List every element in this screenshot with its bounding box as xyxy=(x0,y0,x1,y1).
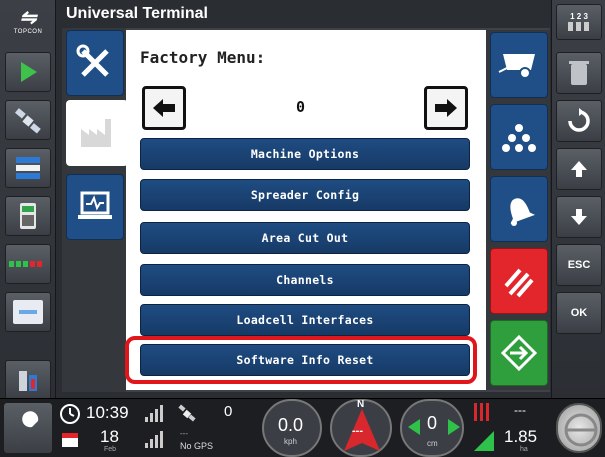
satellite-icon xyxy=(15,108,41,134)
menu-item-machine-options[interactable]: Machine Options xyxy=(140,138,470,170)
speed-unit: kph xyxy=(284,437,297,446)
offset-gauge: 0 cm xyxy=(400,399,464,457)
disable-button[interactable] xyxy=(490,248,548,314)
down-button[interactable] xyxy=(556,196,602,238)
wrench-icon xyxy=(16,411,39,443)
bars-icon xyxy=(474,403,489,421)
refresh-icon xyxy=(568,108,590,132)
offset-value: 0 xyxy=(427,413,438,433)
area-value: 1.85 xyxy=(504,427,538,446)
heading-north: N xyxy=(357,399,365,410)
device-button[interactable] xyxy=(5,196,51,236)
keypad-label: 1 2 3 xyxy=(570,11,588,21)
dots-icon xyxy=(502,124,536,152)
menu-title: Factory Menu: xyxy=(140,48,266,67)
screen-button[interactable] xyxy=(5,292,51,332)
heading-value: --- xyxy=(352,425,363,437)
arrow-down-icon xyxy=(571,209,587,225)
steering-wheel-icon xyxy=(564,413,598,447)
factory-icon xyxy=(81,119,111,147)
layout-icon xyxy=(16,157,40,179)
ok-button[interactable]: OK xyxy=(556,292,602,334)
refresh-button[interactable] xyxy=(556,100,602,142)
laptop-icon xyxy=(78,191,112,219)
satellite-button[interactable] xyxy=(5,100,51,140)
escape-button[interactable]: ESC xyxy=(556,244,602,286)
signal-icon xyxy=(145,405,163,422)
function-buttons xyxy=(486,30,550,390)
menu-tabs xyxy=(62,28,128,392)
tab-factory[interactable] xyxy=(66,100,128,166)
bell-icon xyxy=(510,198,535,226)
speed-value: 0.0 xyxy=(278,415,304,435)
topcon-logo: ⇋ TOPCON xyxy=(13,7,43,35)
area-unit: ha xyxy=(520,446,528,453)
screen-icon xyxy=(13,300,43,324)
distribution-button[interactable] xyxy=(490,104,548,170)
alarm-button[interactable] xyxy=(490,176,548,242)
enter-icon xyxy=(500,334,538,372)
tab-diagnostics[interactable] xyxy=(66,174,124,240)
calculator-icon xyxy=(20,203,36,229)
title-bar: Universal Terminal xyxy=(56,0,551,28)
status-bar: 10:39 18 Feb 0 --- No GPS 0.0 kph N --- … xyxy=(0,398,605,457)
steering-button[interactable] xyxy=(556,403,602,453)
right-toolbar: 1 2 3 ESC OK xyxy=(551,0,605,400)
keypad-icon xyxy=(568,21,589,31)
implement-button[interactable] xyxy=(490,32,548,98)
left-toolbar: ⇋ TOPCON xyxy=(0,0,56,400)
speed-gauge: 0.0 kph xyxy=(262,399,322,457)
gps-satellite-icon xyxy=(178,404,196,422)
area-top-value: --- xyxy=(514,403,526,417)
sections-button[interactable] xyxy=(5,244,51,284)
window-title: Universal Terminal xyxy=(66,5,208,22)
tab-tools[interactable] xyxy=(66,30,124,96)
clock-time: 10:39 xyxy=(86,403,129,422)
clock-icon xyxy=(60,404,80,424)
tank-icon xyxy=(19,371,37,391)
delete-button[interactable] xyxy=(556,52,602,94)
gps-status: No GPS xyxy=(180,441,214,451)
previous-page-button[interactable] xyxy=(142,86,186,130)
arrow-right-icon xyxy=(435,99,457,117)
terminal-frame: ⇋ TOPCON Universal Terminal Factory Menu… xyxy=(0,0,605,457)
area-flag-icon xyxy=(474,431,494,451)
fuel-button[interactable] xyxy=(5,360,51,400)
keypad-button[interactable]: 1 2 3 xyxy=(556,4,602,40)
date-day: 18 xyxy=(100,427,119,446)
play-button[interactable] xyxy=(5,52,51,92)
highlight-outline xyxy=(125,336,477,384)
menu-item-spreader-config[interactable]: Spreader Config xyxy=(140,179,470,211)
arrow-left-icon xyxy=(153,99,175,117)
trash-icon xyxy=(569,61,589,85)
date-month: Feb xyxy=(104,446,117,453)
settings-button[interactable] xyxy=(4,403,52,453)
offset-unit: cm xyxy=(427,439,438,448)
signal-bars-icon xyxy=(145,431,163,448)
stripes-icon xyxy=(504,268,534,298)
page-number: 0 xyxy=(296,98,306,116)
menu-item-area-cut-out[interactable]: Area Cut Out xyxy=(140,222,470,254)
trailer-icon xyxy=(498,54,535,79)
gps-dashes: --- xyxy=(180,429,188,438)
calendar-icon xyxy=(62,433,78,447)
menu-item-loadcell-interfaces[interactable]: Loadcell Interfaces xyxy=(140,304,470,336)
play-icon xyxy=(21,62,37,82)
layout-button[interactable] xyxy=(5,148,51,188)
sections-icon xyxy=(9,261,42,267)
heading-gauge: N --- xyxy=(330,399,392,457)
up-button[interactable] xyxy=(556,148,602,190)
arrow-up-icon xyxy=(571,161,587,177)
satellite-count: 0 xyxy=(224,403,233,420)
enter-button[interactable] xyxy=(490,320,548,386)
menu-item-channels[interactable]: Channels xyxy=(140,264,470,296)
next-page-button[interactable] xyxy=(424,86,468,130)
tools-icon xyxy=(76,44,109,77)
